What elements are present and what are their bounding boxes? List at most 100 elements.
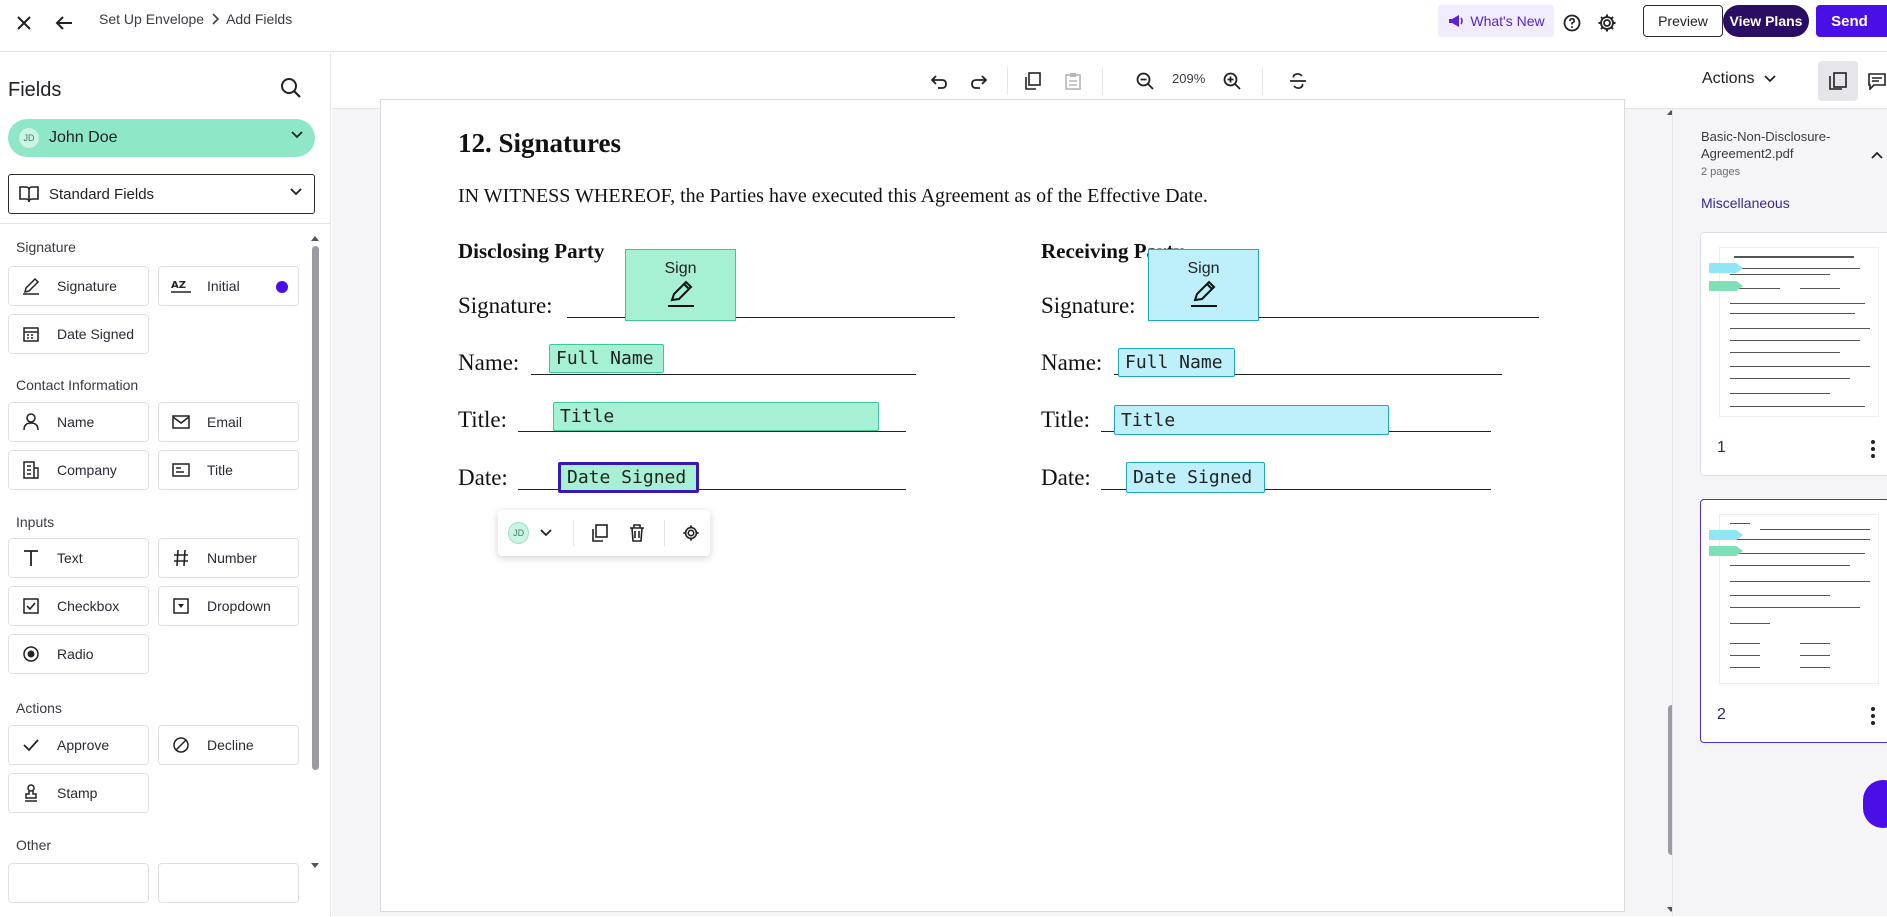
section-actions: Actions	[16, 700, 62, 716]
section-contact-information: Contact Information	[16, 377, 139, 393]
chevron-down-icon	[291, 131, 303, 139]
field-date-signed-button[interactable]: Date Signed	[8, 314, 149, 354]
sidebar-divider	[0, 223, 330, 224]
comment-icon[interactable]	[1864, 68, 1887, 94]
field-stamp-button[interactable]: Stamp	[8, 773, 149, 813]
zoom-out-icon[interactable]	[1132, 68, 1158, 94]
undo-icon[interactable]	[926, 68, 952, 94]
field-decline-button[interactable]: Decline	[158, 725, 299, 765]
actions-label: Actions	[1702, 70, 1755, 87]
folder-label[interactable]: Miscellaneous	[1701, 195, 1790, 211]
sign-field-signer1[interactable]: Sign	[625, 249, 736, 321]
strikethrough-icon[interactable]	[1285, 68, 1311, 94]
sidebar-scrollbar[interactable]	[309, 233, 321, 871]
text-icon	[21, 548, 41, 568]
field-other-button-2[interactable]	[158, 863, 299, 903]
checkbox-icon	[21, 596, 41, 616]
field-signature-button[interactable]: Signature	[8, 266, 149, 306]
more-vertical-icon[interactable]	[1871, 440, 1875, 458]
chevron-down-icon	[290, 188, 302, 196]
recipient-select[interactable]: JD John Doe	[8, 119, 315, 157]
page-thumbnail-image	[1719, 514, 1879, 684]
redo-icon[interactable]	[966, 68, 992, 94]
chevron-down-icon	[1764, 75, 1777, 83]
send-button[interactable]: Send	[1816, 5, 1887, 37]
close-icon[interactable]	[9, 8, 39, 38]
radio-icon	[21, 644, 41, 664]
book-icon	[19, 185, 39, 203]
actions-menu[interactable]: Actions	[1702, 70, 1777, 88]
doc-witness-text: IN WITNESS WHEREOF, the Parties have exe…	[458, 185, 1208, 207]
field-text-button[interactable]: Text	[8, 538, 149, 578]
full-name-field-signer1[interactable]: Full Name	[549, 344, 664, 373]
whats-new-button[interactable]: What's New	[1438, 5, 1554, 37]
back-arrow-icon[interactable]	[49, 8, 79, 38]
gear-icon[interactable]	[679, 520, 704, 546]
assignee-avatar[interactable]: JD	[508, 522, 530, 544]
svg-text:AZ: AZ	[171, 280, 186, 291]
megaphone-icon	[1447, 13, 1465, 29]
signer2-tag	[1709, 530, 1743, 540]
field-title-label: Title	[207, 462, 233, 478]
copy-icon[interactable]	[1020, 68, 1046, 94]
signer1-tag	[1709, 546, 1743, 556]
trash-icon[interactable]	[625, 520, 650, 546]
field-initial-label: Initial	[207, 278, 240, 294]
breadcrumb-add-fields: Add Fields	[226, 11, 293, 27]
field-company-label: Company	[57, 462, 117, 478]
gear-icon[interactable]	[1592, 8, 1622, 38]
field-email-button[interactable]: Email	[158, 402, 299, 442]
pages-panel-toggle-icon[interactable]	[1818, 61, 1858, 101]
breadcrumb-setup-envelope[interactable]: Set Up Envelope	[99, 11, 204, 27]
recipient-avatar: JD	[18, 127, 40, 149]
search-icon[interactable]	[280, 77, 302, 99]
paste-icon[interactable]	[1060, 68, 1086, 94]
zoom-in-icon[interactable]	[1219, 68, 1245, 94]
field-company-button[interactable]: Company	[8, 450, 149, 490]
doc-title-label: Title:	[1041, 407, 1091, 432]
popover-separator	[572, 520, 574, 546]
fields-title: Fields	[8, 79, 62, 101]
date-signed-field-signer2[interactable]: Date Signed	[1126, 462, 1265, 493]
stamp-icon	[21, 783, 41, 803]
field-dropdown-button[interactable]: Dropdown	[158, 586, 299, 626]
section-inputs: Inputs	[16, 514, 55, 530]
view-plans-button[interactable]: View Plans	[1723, 5, 1809, 37]
page-number: 1	[1717, 439, 1726, 456]
more-vertical-icon[interactable]	[1871, 707, 1875, 725]
field-name-button[interactable]: Name	[8, 402, 149, 442]
signer2-tag	[1709, 263, 1743, 273]
field-radio-button[interactable]: Radio	[8, 634, 149, 674]
page-thumbnail-2[interactable]: 2	[1700, 499, 1887, 743]
field-initial-button[interactable]: AZ Initial	[158, 266, 299, 306]
file-page-count: 2 pages	[1701, 166, 1741, 178]
field-set-select[interactable]: Standard Fields	[8, 174, 315, 214]
field-number-label: Number	[207, 550, 257, 566]
sign-field-signer2[interactable]: Sign	[1148, 249, 1259, 321]
field-other-button-1[interactable]	[8, 863, 149, 903]
dropdown-icon	[171, 596, 191, 616]
field-checkbox-button[interactable]: Checkbox	[8, 586, 149, 626]
title-field-signer2[interactable]: Title	[1114, 405, 1389, 435]
chevron-down-icon[interactable]	[533, 520, 558, 546]
full-name-field-signer2[interactable]: Full Name	[1118, 348, 1235, 377]
section-other: Other	[16, 837, 52, 853]
title-field-signer1[interactable]: Title	[553, 402, 879, 431]
zoom-level[interactable]: 209%	[1172, 71, 1205, 86]
preview-button[interactable]: Preview	[1643, 5, 1723, 37]
doc-date-label: Date:	[458, 465, 508, 490]
field-number-button[interactable]: Number	[158, 538, 299, 578]
calendar-icon	[21, 324, 41, 344]
field-title-button[interactable]: Title	[158, 450, 299, 490]
chevron-up-icon[interactable]	[1871, 151, 1883, 159]
document-page: 12. Signatures IN WITNESS WHEREOF, the P…	[380, 99, 1625, 912]
duplicate-icon[interactable]	[588, 520, 613, 546]
date-signed-field-signer1[interactable]: Date Signed	[558, 462, 699, 493]
field-approve-button[interactable]: Approve	[8, 725, 149, 765]
initials-icon: AZ	[171, 276, 191, 296]
help-icon[interactable]	[1557, 8, 1587, 38]
page-thumbnail-1[interactable]: 1	[1700, 232, 1887, 476]
field-text-label: Text	[57, 550, 83, 566]
pen-icon	[1189, 278, 1219, 308]
doc-title-label: Title:	[458, 407, 508, 432]
